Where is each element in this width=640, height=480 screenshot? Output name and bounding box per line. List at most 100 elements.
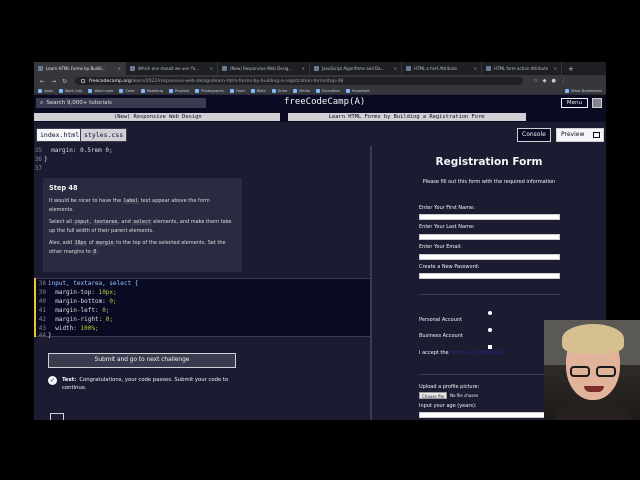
browser-tab[interactable]: HTML form action Attribute ✕ [482, 62, 562, 75]
test-message: Congratulations, your code passes. Submi… [62, 377, 229, 391]
close-icon[interactable]: ✕ [471, 66, 477, 71]
tab-favicon-icon [406, 66, 411, 71]
breadcrumb: (New) Responsive Web Design Learn HTML F… [34, 111, 606, 122]
profile-icon[interactable]: ● [551, 78, 555, 84]
tab-label: HTML form action Attribute [494, 66, 549, 71]
bookmark[interactable]: Education [315, 88, 340, 93]
breadcrumb-course[interactable]: (New) Responsive Web Design [34, 112, 280, 121]
tab-label: JavaScript Algorithms and Da... [322, 66, 385, 71]
test-label: Test: [62, 377, 77, 383]
bookmark[interactable]: Drive [271, 88, 287, 93]
step-instructions: Step 48 It would be nicer to have the la… [43, 178, 242, 272]
browser-tab[interactable]: (New) Responsive Web Desig... ✕ [218, 62, 310, 75]
reset-button[interactable] [50, 413, 64, 420]
terms-checkbox[interactable] [488, 345, 492, 349]
breadcrumb-project[interactable]: Learn HTML Forms by Building a Registrat… [287, 112, 526, 121]
bookmark[interactable]: Apps [38, 88, 53, 93]
close-icon[interactable]: ✕ [551, 66, 557, 71]
no-file-text: No file chosen [450, 393, 479, 398]
bookmark-icon [195, 88, 200, 93]
bookmark[interactable]: Code [119, 88, 135, 93]
browser-tab[interactable]: HTML a href Attribute ✕ [402, 62, 482, 75]
tab-index-html[interactable]: index.html [36, 128, 84, 142]
tab-favicon-icon [486, 66, 491, 71]
bookmark-icon [119, 88, 124, 93]
screen: Learn HTML Forms by Buildi... ✕ Which on… [0, 0, 640, 480]
preview-button[interactable]: Preview [556, 128, 604, 142]
lock-icon [81, 79, 86, 83]
bookmark[interactable]: Bible [250, 88, 266, 93]
choose-file-button[interactable]: Choose file [419, 392, 448, 399]
fieldset-divider [419, 374, 560, 375]
bookmark[interactable]: Food [230, 88, 245, 93]
url-bar[interactable]: freecodecamp.org /learn/2022/responsive-… [75, 77, 524, 85]
browser-tab[interactable]: JavaScript Algorithms and Da... ✕ [310, 62, 402, 75]
browser-tab[interactable]: Which one should we use 'fo... ✕ [126, 62, 218, 75]
bookmark-icon [271, 88, 276, 93]
browser-tab-active[interactable]: Learn HTML Forms by Buildi... ✕ [34, 62, 126, 75]
forward-icon[interactable]: → [51, 78, 56, 85]
bookmark[interactable]: Photography [195, 88, 224, 93]
bookmark[interactable]: Important [345, 88, 370, 93]
bookmark[interactable]: Modeling [140, 88, 163, 93]
bookmark[interactable]: Work (ab) [58, 88, 82, 93]
tab-styles-css[interactable]: styles.css [80, 128, 128, 142]
bookmark-icon [58, 88, 63, 93]
other-bookmarks[interactable]: Other Bookmarks [564, 88, 606, 93]
tab-label: Which one should we use 'fo... [138, 66, 199, 71]
search-bar[interactable]: ⌕ Search 9,000+ tutorials [36, 98, 206, 108]
back-icon[interactable]: ← [40, 78, 45, 85]
editable-region[interactable]: 38 input, textarea, select { 39 margin-to… [34, 278, 370, 337]
bookmark-icon [315, 88, 320, 93]
email-input[interactable] [419, 254, 560, 260]
bookmark[interactable]: Projects [168, 88, 189, 93]
field-label: Enter Your Last Name: [419, 224, 475, 230]
last-name-input[interactable] [419, 234, 560, 240]
fcc-logo[interactable]: freeCodeCamp(A) [284, 97, 365, 107]
age-label: Input your age (years): [419, 403, 477, 409]
code-line: 39 margin-top: 10px; [38, 289, 117, 296]
menu-button[interactable]: Menu [560, 98, 588, 108]
close-icon[interactable]: ✕ [115, 66, 121, 71]
bookmark[interactable]: Media [293, 88, 310, 93]
code-line: 38 input, textarea, select { [38, 280, 139, 287]
search-icon: ⌕ [40, 99, 44, 106]
code-line: 40 margin-bottom: 0; [38, 298, 117, 305]
business-account-radio[interactable] [488, 328, 492, 332]
extensions-icon[interactable]: ◆ [543, 78, 547, 84]
star-icon[interactable]: ☆ [533, 78, 537, 84]
close-icon[interactable]: ✕ [207, 66, 213, 71]
preview-button-label: Preview [561, 131, 585, 138]
close-icon[interactable]: ✕ [299, 66, 305, 71]
bookmark-icon [230, 88, 234, 93]
reload-icon[interactable]: ↻ [62, 78, 67, 85]
kebab-menu-icon[interactable]: ⋮ [561, 78, 566, 84]
search-input[interactable]: Search 9,000+ tutorials [46, 100, 111, 106]
instruction-paragraph: It would be nicer to have the label text… [49, 198, 210, 213]
webcam-shirt [550, 404, 636, 420]
new-tab-icon[interactable]: + [568, 65, 574, 73]
address-bar-row: ← → ↻ freecodecamp.org /learn/2022/respo… [34, 75, 606, 87]
avatar[interactable] [592, 98, 602, 108]
bookmark[interactable]: Work code [88, 88, 113, 93]
tab-favicon-icon [314, 66, 319, 71]
toolbar-icons: ☆ ◆ ● ⋮ [533, 78, 566, 84]
console-button[interactable]: Console [517, 128, 551, 142]
tab-label: Learn HTML Forms by Buildi... [46, 66, 106, 71]
code-line: 36} [34, 156, 48, 163]
password-input[interactable] [419, 273, 560, 279]
personal-account-radio[interactable] [488, 311, 492, 315]
folder-icon [564, 88, 569, 93]
popout-icon [593, 132, 600, 138]
first-name-input[interactable] [419, 214, 560, 220]
code-line: 44} [38, 332, 52, 339]
webcam-mouth [584, 386, 604, 392]
fieldset-divider [419, 294, 560, 295]
submit-button[interactable]: Submit and go to next challenge [48, 353, 236, 368]
close-icon[interactable]: ✕ [391, 66, 397, 71]
tab-favicon-icon [38, 66, 43, 71]
browser-tab-bar: Learn HTML Forms by Buildi... ✕ Which on… [34, 62, 606, 75]
age-input[interactable] [419, 412, 560, 418]
tab-label: (New) Responsive Web Desig... [230, 66, 293, 71]
terms-link[interactable]: terms and conditions [450, 350, 503, 356]
